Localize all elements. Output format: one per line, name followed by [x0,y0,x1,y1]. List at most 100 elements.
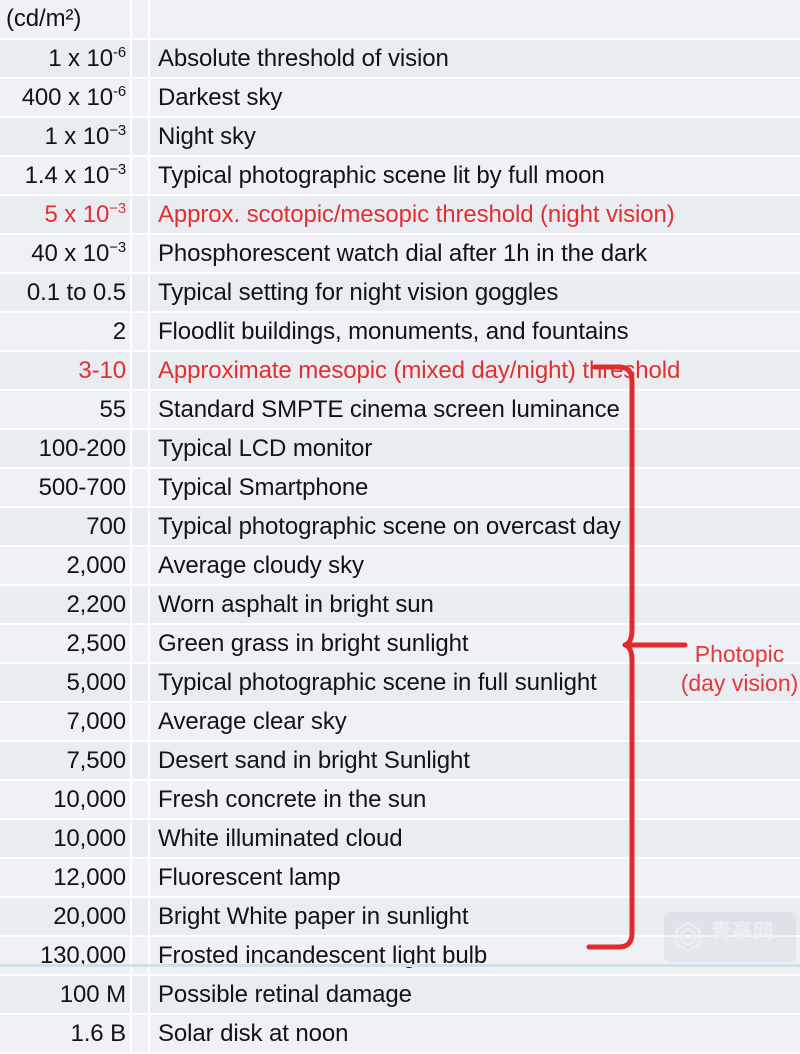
column-gap [131,390,150,430]
column-gap [131,546,150,586]
table-row: 100 M Possible retinal damage [0,975,800,1015]
exponent: −3 [109,122,126,139]
cell-description: Absolute threshold of vision [149,39,800,79]
cell-luminance-value: 2,000 [0,546,132,586]
table-row: 2,000 Average cloudy sky [0,546,800,586]
column-gap [131,702,150,742]
column-gap [131,117,150,157]
column-gap [131,780,150,820]
column-gap [131,0,150,40]
cell-description: Typical photographic scene on overcast d… [149,507,800,547]
table-row: 10,000 White illuminated cloud [0,819,800,859]
cell-description: Typical Smartphone [149,468,800,508]
table-body: (cd/m²) 1 x 10-6 Absolute threshold of vis… [0,0,800,1054]
watermark: 青亭网 www.7tin.cn [664,912,796,962]
cell-luminance-value: 0.1 to 0.5 [0,273,132,313]
cell-luminance-value: 2,200 [0,585,132,625]
photopic-label: Photopic (day vision) [679,640,800,699]
table-row: 1.6 B Solar disk at noon [0,1014,800,1054]
cell-luminance-value: 700 [0,507,132,547]
table-row: 3-10 Approximate mesopic (mixed day/night… [0,351,800,391]
cell-description: Possible retinal damage [149,975,800,1015]
cell-description: Approximate mesopic (mixed day/night) th… [149,351,800,391]
cell-description: Typical setting for night vision goggles [149,273,800,313]
column-gap [131,195,150,235]
cell-luminance-value: 3-10 [0,351,132,391]
luminance-table-figure: (cd/m²) 1 x 10-6 Absolute threshold of vis… [0,0,800,1054]
cell-luminance-value: 130,000 [0,936,132,976]
exponent: -6 [112,44,126,61]
cell-luminance-value: 20,000 [0,897,132,937]
cell-luminance-value: 10,000 [0,780,132,820]
column-header-unit: (cd/m²) [0,0,132,40]
cell-description: Typical LCD monitor [149,429,800,469]
cell-description: Night sky [149,117,800,157]
cell-luminance-value: 5,000 [0,663,132,703]
exponent: −3 [109,161,126,178]
watermark-text: 青亭网 www.7tin.cn [711,922,774,953]
cell-description: Fresh concrete in the sun [149,780,800,820]
exponent: -6 [112,83,126,100]
cell-luminance-value: 7,000 [0,702,132,742]
table-row: 2 Floodlit buildings, monuments, and foun… [0,312,800,352]
cell-luminance-value: 1.4 x 10−3 [0,156,132,196]
cell-description: Fluorescent lamp [149,858,800,898]
table-row: 12,000 Fluorescent lamp [0,858,800,898]
table-row: 2,200 Worn asphalt in bright sun [0,585,800,625]
cell-description: Floodlit buildings, monuments, and fount… [149,312,800,352]
hexagon-logo-icon [675,921,701,953]
table-row: 10,000 Fresh concrete in the sun [0,780,800,820]
column-gap [131,468,150,508]
cell-description: Average clear sky [149,702,800,742]
column-gap [131,819,150,859]
cell-description: Darkest sky [149,78,800,118]
cell-luminance-value: 5 x 10−3 [0,195,132,235]
cell-description: Phosphorescent watch dial after 1h in th… [149,234,800,274]
table-row: 7,500 Desert sand in bright Sunlight [0,741,800,781]
column-gap [131,663,150,703]
table-row: 400 x 10-6 Darkest sky [0,78,800,118]
column-gap [131,975,150,1015]
column-gap [131,429,150,469]
column-gap [131,273,150,313]
cell-luminance-value: 2,500 [0,624,132,664]
cell-luminance-value: 55 [0,390,132,430]
cell-luminance-value: 2 [0,312,132,352]
column-gap [131,741,150,781]
column-gap [131,39,150,79]
table-row: 1 x 10-6 Absolute threshold of vision [0,39,800,79]
cell-description: Typical photographic scene lit by full m… [149,156,800,196]
table-header-row: (cd/m²) [0,0,800,40]
cell-description: Standard SMPTE cinema screen luminance [149,390,800,430]
cell-luminance-value: 1 x 10−3 [0,117,132,157]
cell-luminance-value: 500-700 [0,468,132,508]
column-gap [131,936,150,976]
column-header-description [149,0,800,40]
table-row: 55 Standard SMPTE cinema screen luminance [0,390,800,430]
table-row: 1.4 x 10−3 Typical photographic scene lit… [0,156,800,196]
photopic-label-line1: Photopic [694,641,785,667]
column-gap [131,858,150,898]
column-gap [131,78,150,118]
photopic-label-line2: (day vision) [680,670,799,697]
cell-luminance-value: 40 x 10−3 [0,234,132,274]
cell-description: Average cloudy sky [149,546,800,586]
exponent: −3 [109,239,126,256]
cell-luminance-value: 100 M [0,975,132,1015]
table-row: 700 Typical photographic scene on overcas… [0,507,800,547]
column-gap [131,897,150,937]
column-gap [131,234,150,274]
cell-luminance-value: 1.6 B [0,1014,132,1054]
cell-luminance-value: 12,000 [0,858,132,898]
table-row: 40 x 10−3 Phosphorescent watch dial after… [0,234,800,274]
cell-description: Worn asphalt in bright sun [149,585,800,625]
column-gap [131,624,150,664]
column-gap [131,351,150,391]
cell-description: Approx. scotopic/mesopic threshold (nigh… [149,195,800,235]
luminance-table: (cd/m²) 1 x 10-6 Absolute threshold of vis… [0,0,800,1054]
column-gap [131,585,150,625]
cell-luminance-value: 7,500 [0,741,132,781]
watermark-url: www.7tin.cn [711,943,760,953]
cell-description: White illuminated cloud [149,819,800,859]
watermark-name: 青亭网 [711,920,774,943]
